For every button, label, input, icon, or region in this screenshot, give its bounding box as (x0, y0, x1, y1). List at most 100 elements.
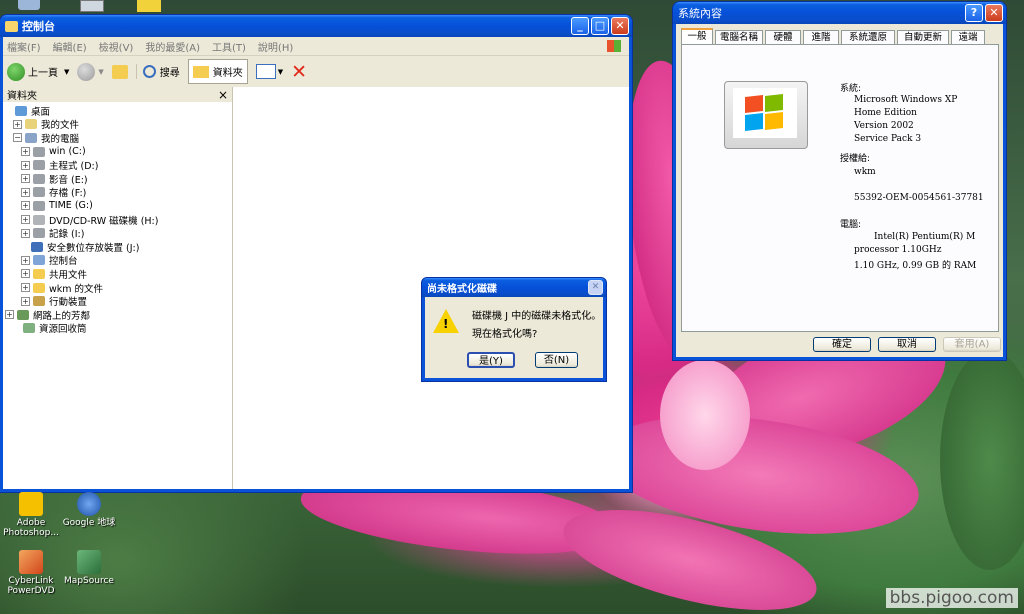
tree-item[interactable]: 資源回收筒 (3, 322, 232, 335)
tree-item[interactable]: + TIME (G:) (3, 199, 232, 213)
monitor-xp-logo-icon (724, 81, 808, 149)
tree-item-label: 記錄 (I:) (49, 229, 85, 241)
views-button[interactable]: ▼ (255, 64, 283, 79)
back-label: 上一頁 (28, 68, 58, 79)
views-dropdown-icon[interactable]: ▼ (278, 68, 283, 76)
system-line-3: Version 2002 (854, 121, 914, 131)
tree-item[interactable]: + 網路上的芳鄰 (3, 308, 232, 322)
tree-item[interactable]: + DVD/CD-RW 磁碟機 (H:) (3, 213, 232, 227)
tree-expand-icon[interactable]: − (13, 133, 22, 143)
tree-item-label: TIME (G:) (49, 200, 93, 212)
tree-item[interactable]: + 控制台 (3, 254, 232, 267)
menu-edit[interactable]: 編輯(E) (53, 39, 87, 54)
tree-expand-icon[interactable]: + (13, 119, 22, 129)
tree-item-icon (33, 146, 45, 157)
tree-expand-icon[interactable]: + (21, 296, 30, 306)
ok-button[interactable]: 確定 (813, 337, 871, 352)
mapsource-icon (77, 550, 101, 574)
tree-item[interactable]: + wkm 的文件 (3, 281, 232, 295)
format-dialog-title: 尚未格式化磁碟 (427, 284, 497, 295)
back-dropdown-icon[interactable]: ▼ (64, 68, 69, 76)
help-button[interactable]: ? (965, 4, 983, 22)
tree-item[interactable]: + win (C:) (3, 145, 232, 159)
back-arrow-icon (7, 62, 25, 81)
tree-item-icon (17, 309, 29, 320)
tree-item[interactable]: + 共用文件 (3, 267, 232, 281)
yes-button[interactable]: 是(Y) (467, 352, 515, 368)
cancel-button[interactable]: 取消 (878, 337, 936, 352)
tree-expand-icon[interactable]: + (21, 269, 30, 279)
back-button[interactable]: 上一頁 ▼ (7, 62, 69, 81)
system-properties-titlebar[interactable]: 系統內容 ? ✕ (673, 2, 1006, 24)
tree-expand-icon (13, 325, 20, 332)
tree-item[interactable]: − 我的電腦 (3, 131, 232, 145)
tree-item[interactable]: + 主程式 (D:) (3, 158, 232, 172)
system-line-1: Microsoft Windows XP (854, 95, 958, 105)
menu-favorites[interactable]: 我的最愛(A) (145, 39, 200, 54)
tab-automatic-updates[interactable]: 自動更新 (897, 30, 949, 44)
computer-label: 電腦: (840, 220, 862, 230)
product-id: 55392-OEM-0054561-37781 (854, 193, 984, 203)
close-button[interactable]: ✕ (611, 17, 629, 35)
tree-item-label: 我的文件 (41, 120, 80, 132)
system-properties-window: 系統內容 ? ✕ 一般 電腦名稱 硬體 進階 系統還原 自動更新 遠端 系統: … (673, 2, 1006, 360)
tree-item[interactable]: + 影音 (E:) (3, 172, 232, 186)
tree-item[interactable]: 桌面 (3, 104, 232, 118)
folders-pane-close-icon[interactable]: × (218, 88, 228, 102)
maximize-button[interactable]: □ (591, 17, 609, 35)
menu-tools[interactable]: 工具(T) (212, 39, 246, 54)
tab-remote[interactable]: 遠端 (951, 30, 985, 44)
format-dialog-close-button[interactable]: ✕ (588, 280, 603, 295)
control-panel-titlebar[interactable]: 控制台 _ □ ✕ (0, 15, 632, 37)
tree-expand-icon[interactable]: + (21, 215, 30, 225)
search-button[interactable]: 搜尋 (135, 64, 180, 79)
no-button[interactable]: 否(N) (535, 352, 578, 368)
desktop-icon-powerdvd[interactable]: CyberLink PowerDVD (0, 550, 62, 596)
minimize-button[interactable]: _ (571, 17, 589, 35)
tree-item-icon (23, 323, 35, 334)
tree-item[interactable]: 安全數位存放裝置 (J:) (3, 239, 232, 254)
forward-button[interactable]: ▼ (77, 62, 104, 81)
folders-button[interactable]: 資料夾 (187, 59, 248, 84)
desktop-icon-google-earth[interactable]: Google 地球 (58, 492, 120, 528)
tree-expand-icon[interactable]: + (21, 187, 30, 197)
desktop-top-icon-1[interactable] (18, 0, 40, 10)
desktop-top-icon-2[interactable] (80, 0, 104, 12)
desktop-top-icon-3[interactable] (137, 0, 161, 12)
tree-item[interactable]: + 存檔 (F:) (3, 186, 232, 199)
system-label: 系統: (840, 84, 862, 94)
delete-button[interactable]: ✕ (291, 62, 307, 81)
tree-expand-icon[interactable]: + (21, 283, 30, 293)
format-dialog-titlebar[interactable]: 尚未格式化磁碟 ✕ (422, 278, 606, 297)
tree-item-label: 桌面 (31, 106, 51, 118)
tab-hardware[interactable]: 硬體 (765, 30, 801, 44)
tab-advanced[interactable]: 進階 (803, 30, 839, 44)
tree-expand-icon[interactable]: + (21, 160, 30, 170)
tab-computer-name[interactable]: 電腦名稱 (715, 30, 763, 44)
menu-view[interactable]: 檢視(V) (99, 39, 134, 54)
tab-general[interactable]: 一般 (681, 28, 713, 44)
desktop-icon-label: Google 地球 (62, 518, 116, 528)
desktop-icon-mapsource[interactable]: MapSource (58, 550, 120, 586)
tree-expand-icon[interactable]: + (21, 255, 30, 265)
apply-button[interactable]: 套用(A) (943, 337, 1001, 352)
google-earth-icon (77, 492, 101, 516)
tab-system-restore[interactable]: 系統還原 (841, 30, 895, 44)
tree-expand-icon[interactable]: + (21, 174, 30, 184)
desktop-icon-photoshop[interactable]: Adobe Photoshop... (0, 492, 62, 538)
menu-file[interactable]: 檔案(F) (7, 39, 41, 54)
registered-label: 授權給: (840, 154, 871, 164)
computer-line-3: 1.10 GHz, 0.99 GB 的 RAM (854, 261, 977, 271)
tree-item[interactable]: + 行動裝置 (3, 294, 232, 308)
up-folder-button[interactable] (111, 64, 128, 79)
tree-expand-icon[interactable]: + (21, 228, 30, 238)
tree-expand-icon[interactable]: + (21, 147, 30, 157)
tree-expand-icon[interactable]: + (5, 310, 14, 320)
system-line-4: Service Pack 3 (854, 134, 922, 144)
sysprops-close-button[interactable]: ✕ (985, 4, 1003, 22)
tree-item[interactable]: + 我的文件 (3, 118, 232, 132)
tree-expand-icon[interactable]: + (21, 201, 30, 211)
forward-dropdown-icon[interactable]: ▼ (98, 68, 103, 76)
menu-help[interactable]: 說明(H) (258, 39, 293, 54)
tree-item[interactable]: + 記錄 (I:) (3, 226, 232, 240)
